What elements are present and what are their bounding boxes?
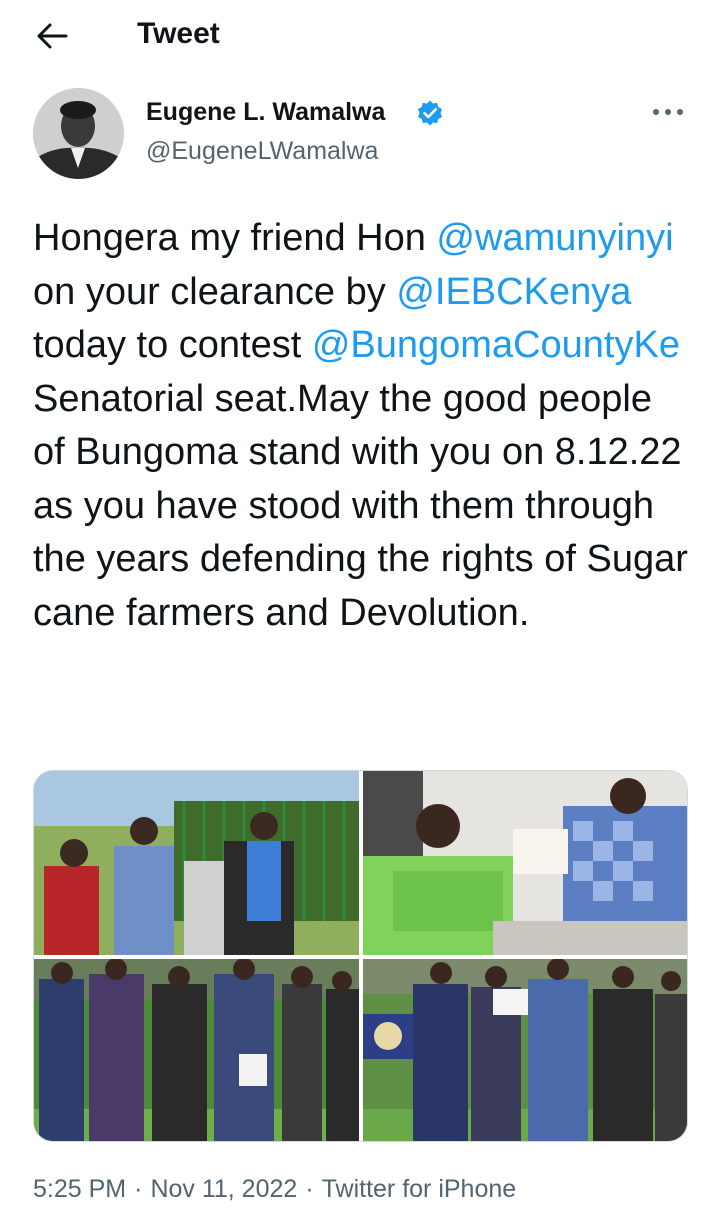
- page-title: Tweet: [137, 17, 220, 50]
- back-arrow-icon[interactable]: [32, 16, 72, 56]
- verified-badge-icon: [418, 100, 442, 126]
- tweet-text-segment: Hongera my friend Hon: [33, 217, 437, 259]
- tweet-time: 5:25 PM: [33, 1175, 127, 1203]
- photo-3[interactable]: [34, 959, 359, 1141]
- tweet-text: Hongera my friend Hon @wamunyinyi on you…: [33, 212, 693, 640]
- author-handle[interactable]: @EugeneLWamalwa: [146, 137, 378, 166]
- avatar[interactable]: [33, 88, 124, 179]
- top-bar: Tweet: [0, 0, 720, 70]
- author-name[interactable]: Eugene L. Wamalwa: [146, 98, 385, 127]
- tweet-source[interactable]: Twitter for iPhone: [322, 1175, 517, 1204]
- mention-link[interactable]: @wamunyinyi: [436, 217, 673, 259]
- tweet-meta: 5:25 PM · Nov 11, 2022 · Twitter for iPhone: [33, 1175, 516, 1204]
- tweet-text-segment: Senatorial seat.May the good people of B…: [33, 377, 688, 634]
- meta-separator: ·: [305, 1175, 314, 1203]
- tweet-date: Nov 11, 2022: [150, 1175, 298, 1203]
- mention-link[interactable]: @IEBCKenya: [396, 271, 631, 313]
- mention-link[interactable]: @BungomaCountyKe: [312, 324, 680, 366]
- media-grid: [33, 770, 688, 1142]
- photo-2[interactable]: [363, 771, 687, 955]
- tweet-text-segment: today to contest: [33, 324, 312, 366]
- meta-separator: ·: [134, 1175, 143, 1203]
- photo-4[interactable]: [363, 959, 687, 1141]
- more-options-icon[interactable]: [651, 104, 685, 120]
- tweet-text-segment: on your clearance by: [33, 270, 397, 313]
- photo-1[interactable]: [34, 771, 359, 955]
